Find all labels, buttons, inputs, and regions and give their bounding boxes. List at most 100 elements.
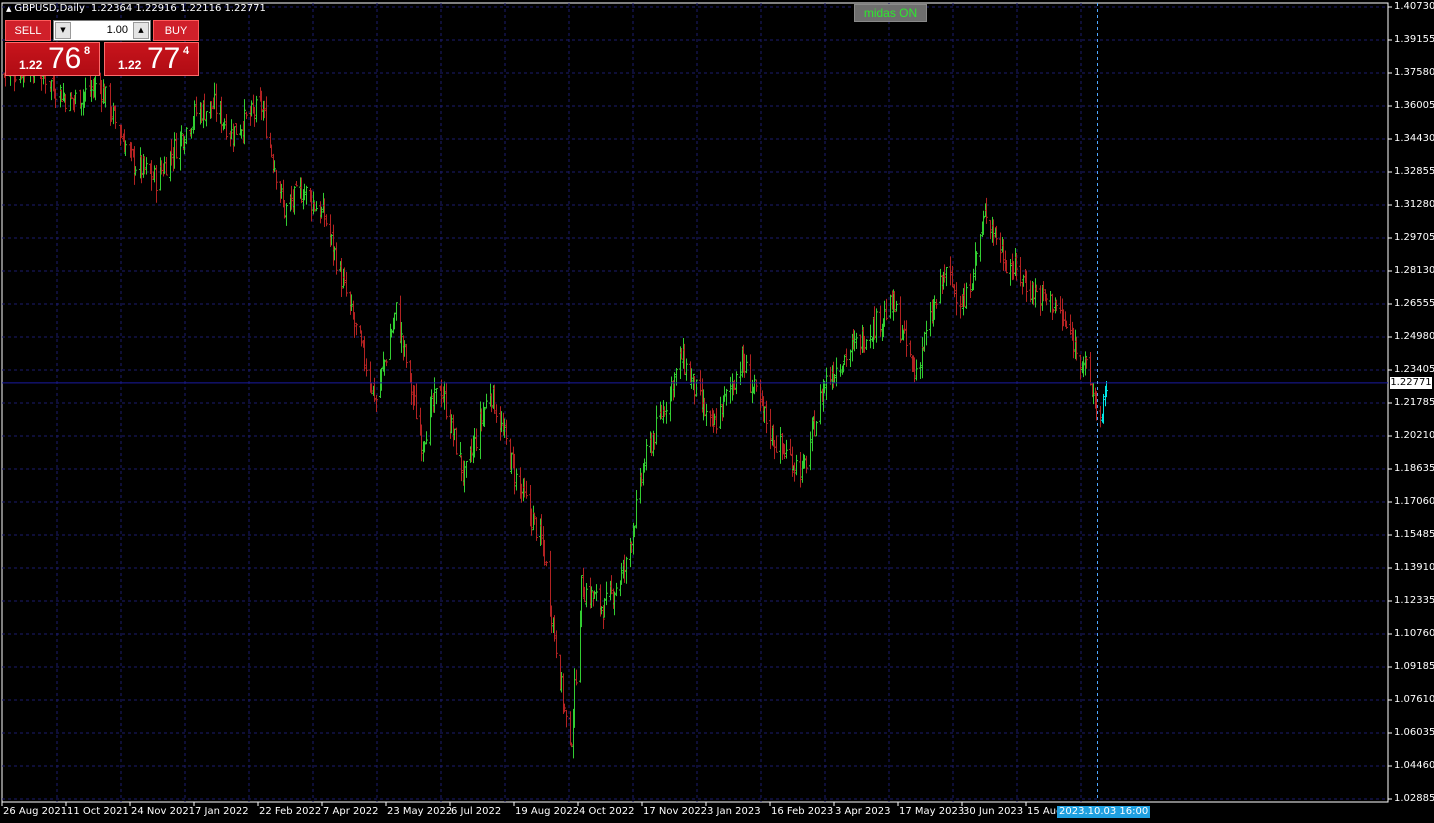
price-tick-label: 1.17060 xyxy=(1394,496,1434,507)
ohlc-bar xyxy=(1079,354,1082,380)
ohlc-bar xyxy=(951,265,954,288)
ohlc-bar xyxy=(953,284,956,298)
buy-price-fraction: 4 xyxy=(183,45,190,57)
ohlc-bar xyxy=(805,455,808,474)
ohlc-bar xyxy=(1049,291,1052,313)
price-chart[interactable] xyxy=(0,0,1434,823)
ohlc-bar xyxy=(785,439,788,459)
ohlc-bar xyxy=(795,454,798,476)
crosshair-time-tag: 2023.10.03 16:00 xyxy=(1057,806,1151,818)
ohlc-bar xyxy=(655,405,658,445)
time-tick-label: 23 May 2022 xyxy=(387,806,453,817)
ohlc-bar xyxy=(875,308,878,343)
chart-window[interactable]: ▲ GBPUSD,Daily 1.22364 1.22916 1.22116 1.2… xyxy=(0,0,1434,823)
ohlc-bar xyxy=(999,232,1002,263)
buy-price-pips: 77 xyxy=(147,42,181,75)
time-tick-label: 24 Nov 2021 xyxy=(131,806,196,817)
ohlc-bar xyxy=(265,96,268,139)
ohlc-bar xyxy=(245,111,248,120)
ohlc-bar xyxy=(809,431,812,471)
ohlc-bar xyxy=(715,408,718,434)
time-tick-label: 22 Feb 2022 xyxy=(259,806,322,817)
price-tick-label: 1.37580 xyxy=(1394,67,1434,78)
ohlc-bar xyxy=(709,410,712,427)
price-tick-label: 1.29705 xyxy=(1394,232,1434,243)
ohlc-bar xyxy=(791,446,794,477)
ohlc-bars xyxy=(3,46,1108,759)
time-tick-label: 3 Apr 2023 xyxy=(835,806,891,817)
ohlc-bar xyxy=(739,361,742,385)
sell-price-button[interactable]: 1.22 76 8 xyxy=(5,42,100,76)
ohlc-bar xyxy=(64,94,67,113)
ohlc-bar xyxy=(929,301,932,337)
ohlc-bar xyxy=(909,340,912,357)
time-tick-label: 7 Jan 2022 xyxy=(195,806,249,817)
ohlc-bar xyxy=(605,581,608,606)
lot-decrease-icon[interactable]: ▼ xyxy=(55,22,71,39)
time-tick-label: 30 Jun 2023 xyxy=(963,806,1024,817)
time-tick-label: 26 Aug 2021 xyxy=(3,806,68,817)
ohlc-bar xyxy=(1034,278,1037,308)
buy-button[interactable]: BUY xyxy=(153,20,199,41)
ohlc-bar xyxy=(475,428,478,452)
price-tick-label: 1.24980 xyxy=(1394,331,1434,342)
ohlc-bar xyxy=(759,379,762,412)
ohlc-bar xyxy=(695,379,698,397)
ohlc-bar xyxy=(969,273,972,298)
ohlc-bar xyxy=(305,185,308,205)
buy-price-prefix: 1.22 xyxy=(118,58,142,72)
symbol-header: ▲ GBPUSD,Daily 1.22364 1.22916 1.22116 1.2… xyxy=(6,3,266,14)
ohlc-bar xyxy=(335,242,338,275)
expert-advisor-status-badge[interactable]: midas ON xyxy=(854,4,927,22)
ohlc-bar xyxy=(769,408,772,450)
ohlc-bar xyxy=(535,517,538,541)
sell-price-pips: 76 xyxy=(48,42,82,75)
ohlc-bar xyxy=(1069,314,1072,335)
sell-price-fraction: 8 xyxy=(84,45,91,57)
ohlc-bar xyxy=(899,296,902,343)
time-tick-label: 3 Jan 2023 xyxy=(707,806,761,817)
ohlc-bar xyxy=(755,379,758,392)
buy-price-button[interactable]: 1.22 77 4 xyxy=(104,42,199,76)
ohlc-bar xyxy=(573,668,576,728)
price-tick-label: 1.04460 xyxy=(1394,760,1434,771)
ohlc-bar xyxy=(1059,296,1062,314)
ohlc-bar xyxy=(835,357,838,387)
sell-price-prefix: 1.22 xyxy=(19,58,43,72)
ohlc-bar xyxy=(959,295,962,319)
ohlc-bar xyxy=(435,388,438,405)
ohlc-bar xyxy=(459,442,462,458)
price-tick-label: 1.10760 xyxy=(1394,628,1434,639)
time-tick-label: 17 May 2023 xyxy=(899,806,965,817)
price-tick-label: 1.36005 xyxy=(1394,100,1434,111)
sell-button[interactable]: SELL xyxy=(5,20,51,41)
ohlc-bar xyxy=(919,362,922,380)
ohlc-bar xyxy=(565,709,568,728)
ohlc-bar xyxy=(719,396,722,429)
price-tick-label: 1.21785 xyxy=(1394,397,1434,408)
time-tick-label: 11 Oct 2021 xyxy=(67,806,129,817)
time-tick-label: 16 Feb 2023 xyxy=(771,806,834,817)
lot-increase-icon[interactable]: ▲ xyxy=(133,22,149,39)
ohlc-bar xyxy=(395,302,398,321)
ohlc-bar xyxy=(939,268,942,304)
ohlc-bar xyxy=(799,451,802,488)
price-tick-label: 1.07610 xyxy=(1394,694,1434,705)
price-tick-label: 1.26555 xyxy=(1394,298,1434,309)
ohlc-bar xyxy=(855,332,858,349)
ohlc-bar xyxy=(635,489,638,529)
price-tick-label: 1.02885 xyxy=(1394,793,1434,804)
ohlc-bar xyxy=(525,480,528,499)
ohlc-bar xyxy=(779,426,782,464)
price-tick-label: 1.31280 xyxy=(1394,199,1434,210)
ohlc-bar xyxy=(295,180,298,187)
lot-size-stepper[interactable]: ▼ 1.00 ▲ xyxy=(53,20,151,41)
lot-size-input[interactable]: 1.00 xyxy=(74,21,128,40)
price-tick-label: 1.40730 xyxy=(1394,1,1434,12)
ohlc-bar xyxy=(195,96,198,117)
price-tick-label: 1.28130 xyxy=(1394,265,1434,276)
ohlc-bar xyxy=(615,582,618,597)
ohlc-bar xyxy=(620,562,623,585)
collapse-triangle-icon[interactable]: ▲ xyxy=(6,5,11,13)
ohlc-bar xyxy=(215,83,218,122)
